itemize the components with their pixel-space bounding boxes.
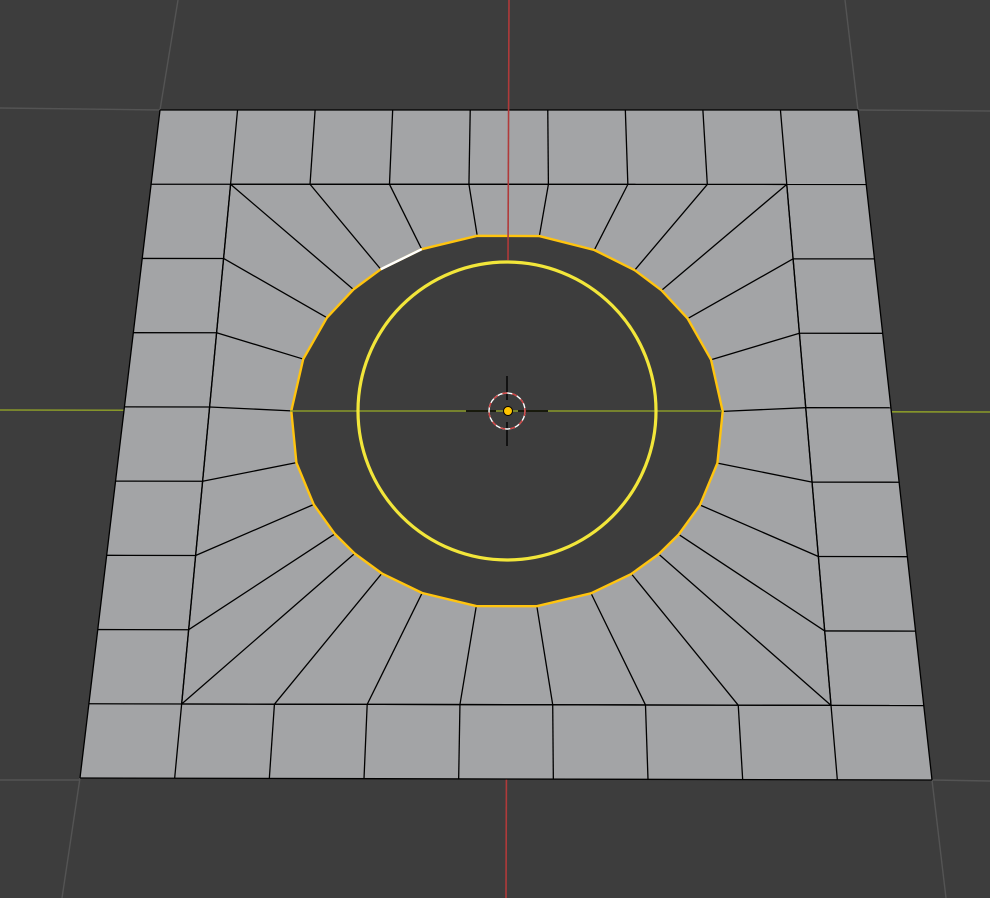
grid-line bbox=[931, 779, 990, 782]
grid-line bbox=[844, 0, 859, 111]
grid-line bbox=[0, 107, 161, 111]
plane-mesh[interactable] bbox=[79, 109, 933, 781]
mesh-faces bbox=[80, 110, 932, 780]
pivot-point-icon bbox=[503, 406, 513, 416]
mesh-hole bbox=[291, 235, 723, 607]
3d-viewport[interactable] bbox=[0, 0, 990, 898]
grid-line bbox=[61, 777, 81, 898]
mesh-edge bbox=[547, 109, 550, 185]
grid-line bbox=[159, 0, 179, 111]
viewport-canvas[interactable] bbox=[0, 0, 990, 898]
mesh-edge bbox=[552, 704, 554, 780]
grid-line bbox=[931, 779, 947, 898]
y-axis-line-top bbox=[507, 0, 510, 261]
grid-line bbox=[857, 109, 990, 112]
